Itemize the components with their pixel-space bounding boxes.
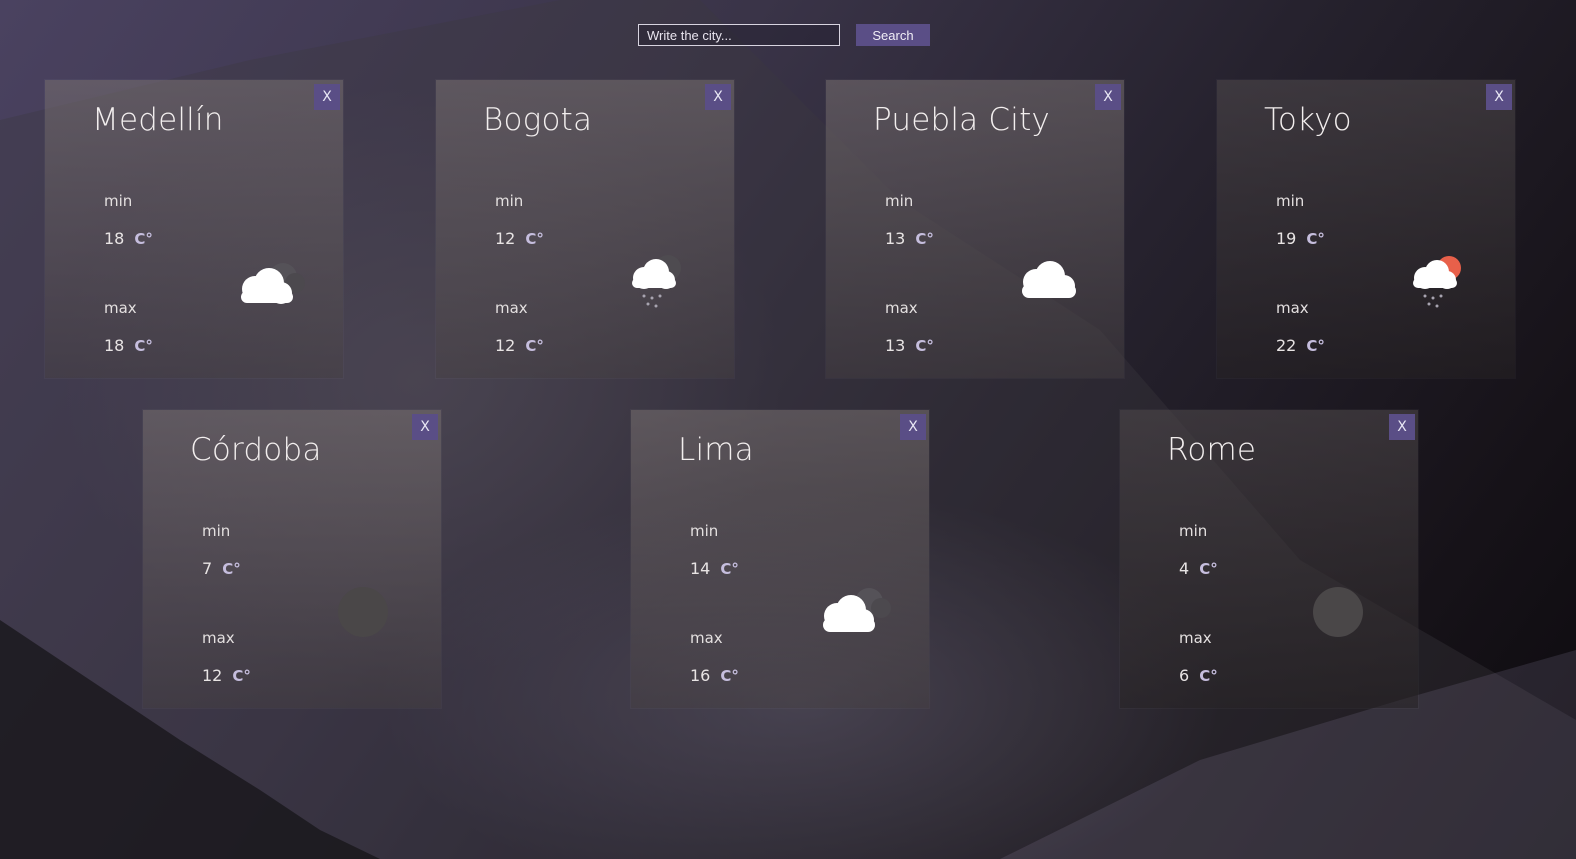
min-value: 4 bbox=[1179, 559, 1190, 578]
min-temp: 12 C° bbox=[495, 229, 544, 248]
max-temp: 22 C° bbox=[1276, 336, 1325, 355]
unit-label: C° bbox=[222, 560, 241, 578]
unit-label: C° bbox=[915, 337, 934, 355]
city-search-input[interactable] bbox=[638, 24, 840, 46]
search-bar: Search bbox=[638, 24, 930, 46]
min-temp: 7 C° bbox=[202, 559, 241, 578]
unit-label: C° bbox=[1306, 230, 1325, 248]
unit-label: C° bbox=[525, 337, 544, 355]
max-label: max bbox=[495, 299, 528, 317]
weather-card-bogota: X Bogota min 12 C° max 12 C° bbox=[436, 80, 734, 378]
min-temp: 4 C° bbox=[1179, 559, 1218, 578]
cloud-icon bbox=[1022, 261, 1076, 298]
max-value: 18 bbox=[104, 336, 125, 355]
min-label: min bbox=[1276, 192, 1305, 210]
weather-card-rome: X Rome min 4 C° max 6 C° bbox=[1120, 410, 1418, 708]
unit-label: C° bbox=[134, 337, 153, 355]
weather-card-lima: X Lima min 14 C° max 16 C° bbox=[631, 410, 929, 708]
min-value: 18 bbox=[104, 229, 125, 248]
min-value: 14 bbox=[690, 559, 711, 578]
min-label: min bbox=[885, 192, 914, 210]
moon-icon bbox=[338, 587, 388, 637]
unit-label: C° bbox=[720, 560, 739, 578]
max-label: max bbox=[1179, 629, 1212, 647]
min-value: 7 bbox=[202, 559, 213, 578]
close-card-button[interactable]: X bbox=[412, 414, 438, 440]
moon-icon bbox=[1313, 587, 1363, 637]
city-name: Bogota bbox=[483, 102, 593, 138]
unit-label: C° bbox=[1199, 667, 1218, 685]
city-name: Puebla City bbox=[873, 102, 1050, 138]
unit-label: C° bbox=[1306, 337, 1325, 355]
close-card-button[interactable]: X bbox=[1389, 414, 1415, 440]
unit-label: C° bbox=[525, 230, 544, 248]
min-temp: 14 C° bbox=[690, 559, 739, 578]
min-label: min bbox=[1179, 522, 1208, 540]
max-label: max bbox=[202, 629, 235, 647]
max-temp: 16 C° bbox=[690, 666, 739, 685]
max-label: max bbox=[690, 629, 723, 647]
city-name: Lima bbox=[678, 432, 754, 468]
cloudy-overcast-icon bbox=[241, 263, 305, 304]
unit-label: C° bbox=[720, 667, 739, 685]
weather-card-cordoba: X Córdoba min 7 C° max 12 C° bbox=[143, 410, 441, 708]
min-label: min bbox=[202, 522, 231, 540]
max-value: 6 bbox=[1179, 666, 1190, 685]
min-label: min bbox=[690, 522, 719, 540]
min-value: 12 bbox=[495, 229, 516, 248]
max-value: 13 bbox=[885, 336, 906, 355]
city-name: Rome bbox=[1167, 432, 1257, 468]
unit-label: C° bbox=[915, 230, 934, 248]
weather-card-tokyo: X Tokyo min 19 C° max 22 C° bbox=[1217, 80, 1515, 378]
sun-rain-cloud-icon bbox=[1413, 256, 1461, 308]
city-name: Tokyo bbox=[1264, 102, 1352, 138]
min-value: 19 bbox=[1276, 229, 1297, 248]
max-temp: 18 C° bbox=[104, 336, 153, 355]
close-card-button[interactable]: X bbox=[1486, 84, 1512, 110]
max-temp: 12 C° bbox=[495, 336, 544, 355]
min-temp: 19 C° bbox=[1276, 229, 1325, 248]
search-button[interactable]: Search bbox=[856, 24, 930, 46]
cloud-rain-icon bbox=[632, 255, 681, 308]
close-card-button[interactable]: X bbox=[314, 84, 340, 110]
unit-label: C° bbox=[232, 667, 251, 685]
min-temp: 13 C° bbox=[885, 229, 934, 248]
max-value: 22 bbox=[1276, 336, 1297, 355]
min-label: min bbox=[104, 192, 133, 210]
min-value: 13 bbox=[885, 229, 906, 248]
max-value: 12 bbox=[495, 336, 516, 355]
max-label: max bbox=[885, 299, 918, 317]
cloudy-overcast-icon bbox=[823, 588, 891, 632]
max-temp: 13 C° bbox=[885, 336, 934, 355]
unit-label: C° bbox=[1199, 560, 1218, 578]
max-temp: 12 C° bbox=[202, 666, 251, 685]
max-label: max bbox=[104, 299, 137, 317]
max-temp: 6 C° bbox=[1179, 666, 1218, 685]
max-value: 16 bbox=[690, 666, 711, 685]
min-label: min bbox=[495, 192, 524, 210]
max-value: 12 bbox=[202, 666, 223, 685]
max-label: max bbox=[1276, 299, 1309, 317]
min-temp: 18 C° bbox=[104, 229, 153, 248]
weather-card-puebla-city: X Puebla City min 13 C° max 13 C° bbox=[826, 80, 1124, 378]
close-card-button[interactable]: X bbox=[900, 414, 926, 440]
city-name: Medellín bbox=[92, 102, 224, 138]
close-card-button[interactable]: X bbox=[1095, 84, 1121, 110]
city-name: Córdoba bbox=[190, 432, 322, 468]
close-card-button[interactable]: X bbox=[705, 84, 731, 110]
unit-label: C° bbox=[134, 230, 153, 248]
weather-card-medellin: X Medellín min 18 C° max 18 C° bbox=[45, 80, 343, 378]
